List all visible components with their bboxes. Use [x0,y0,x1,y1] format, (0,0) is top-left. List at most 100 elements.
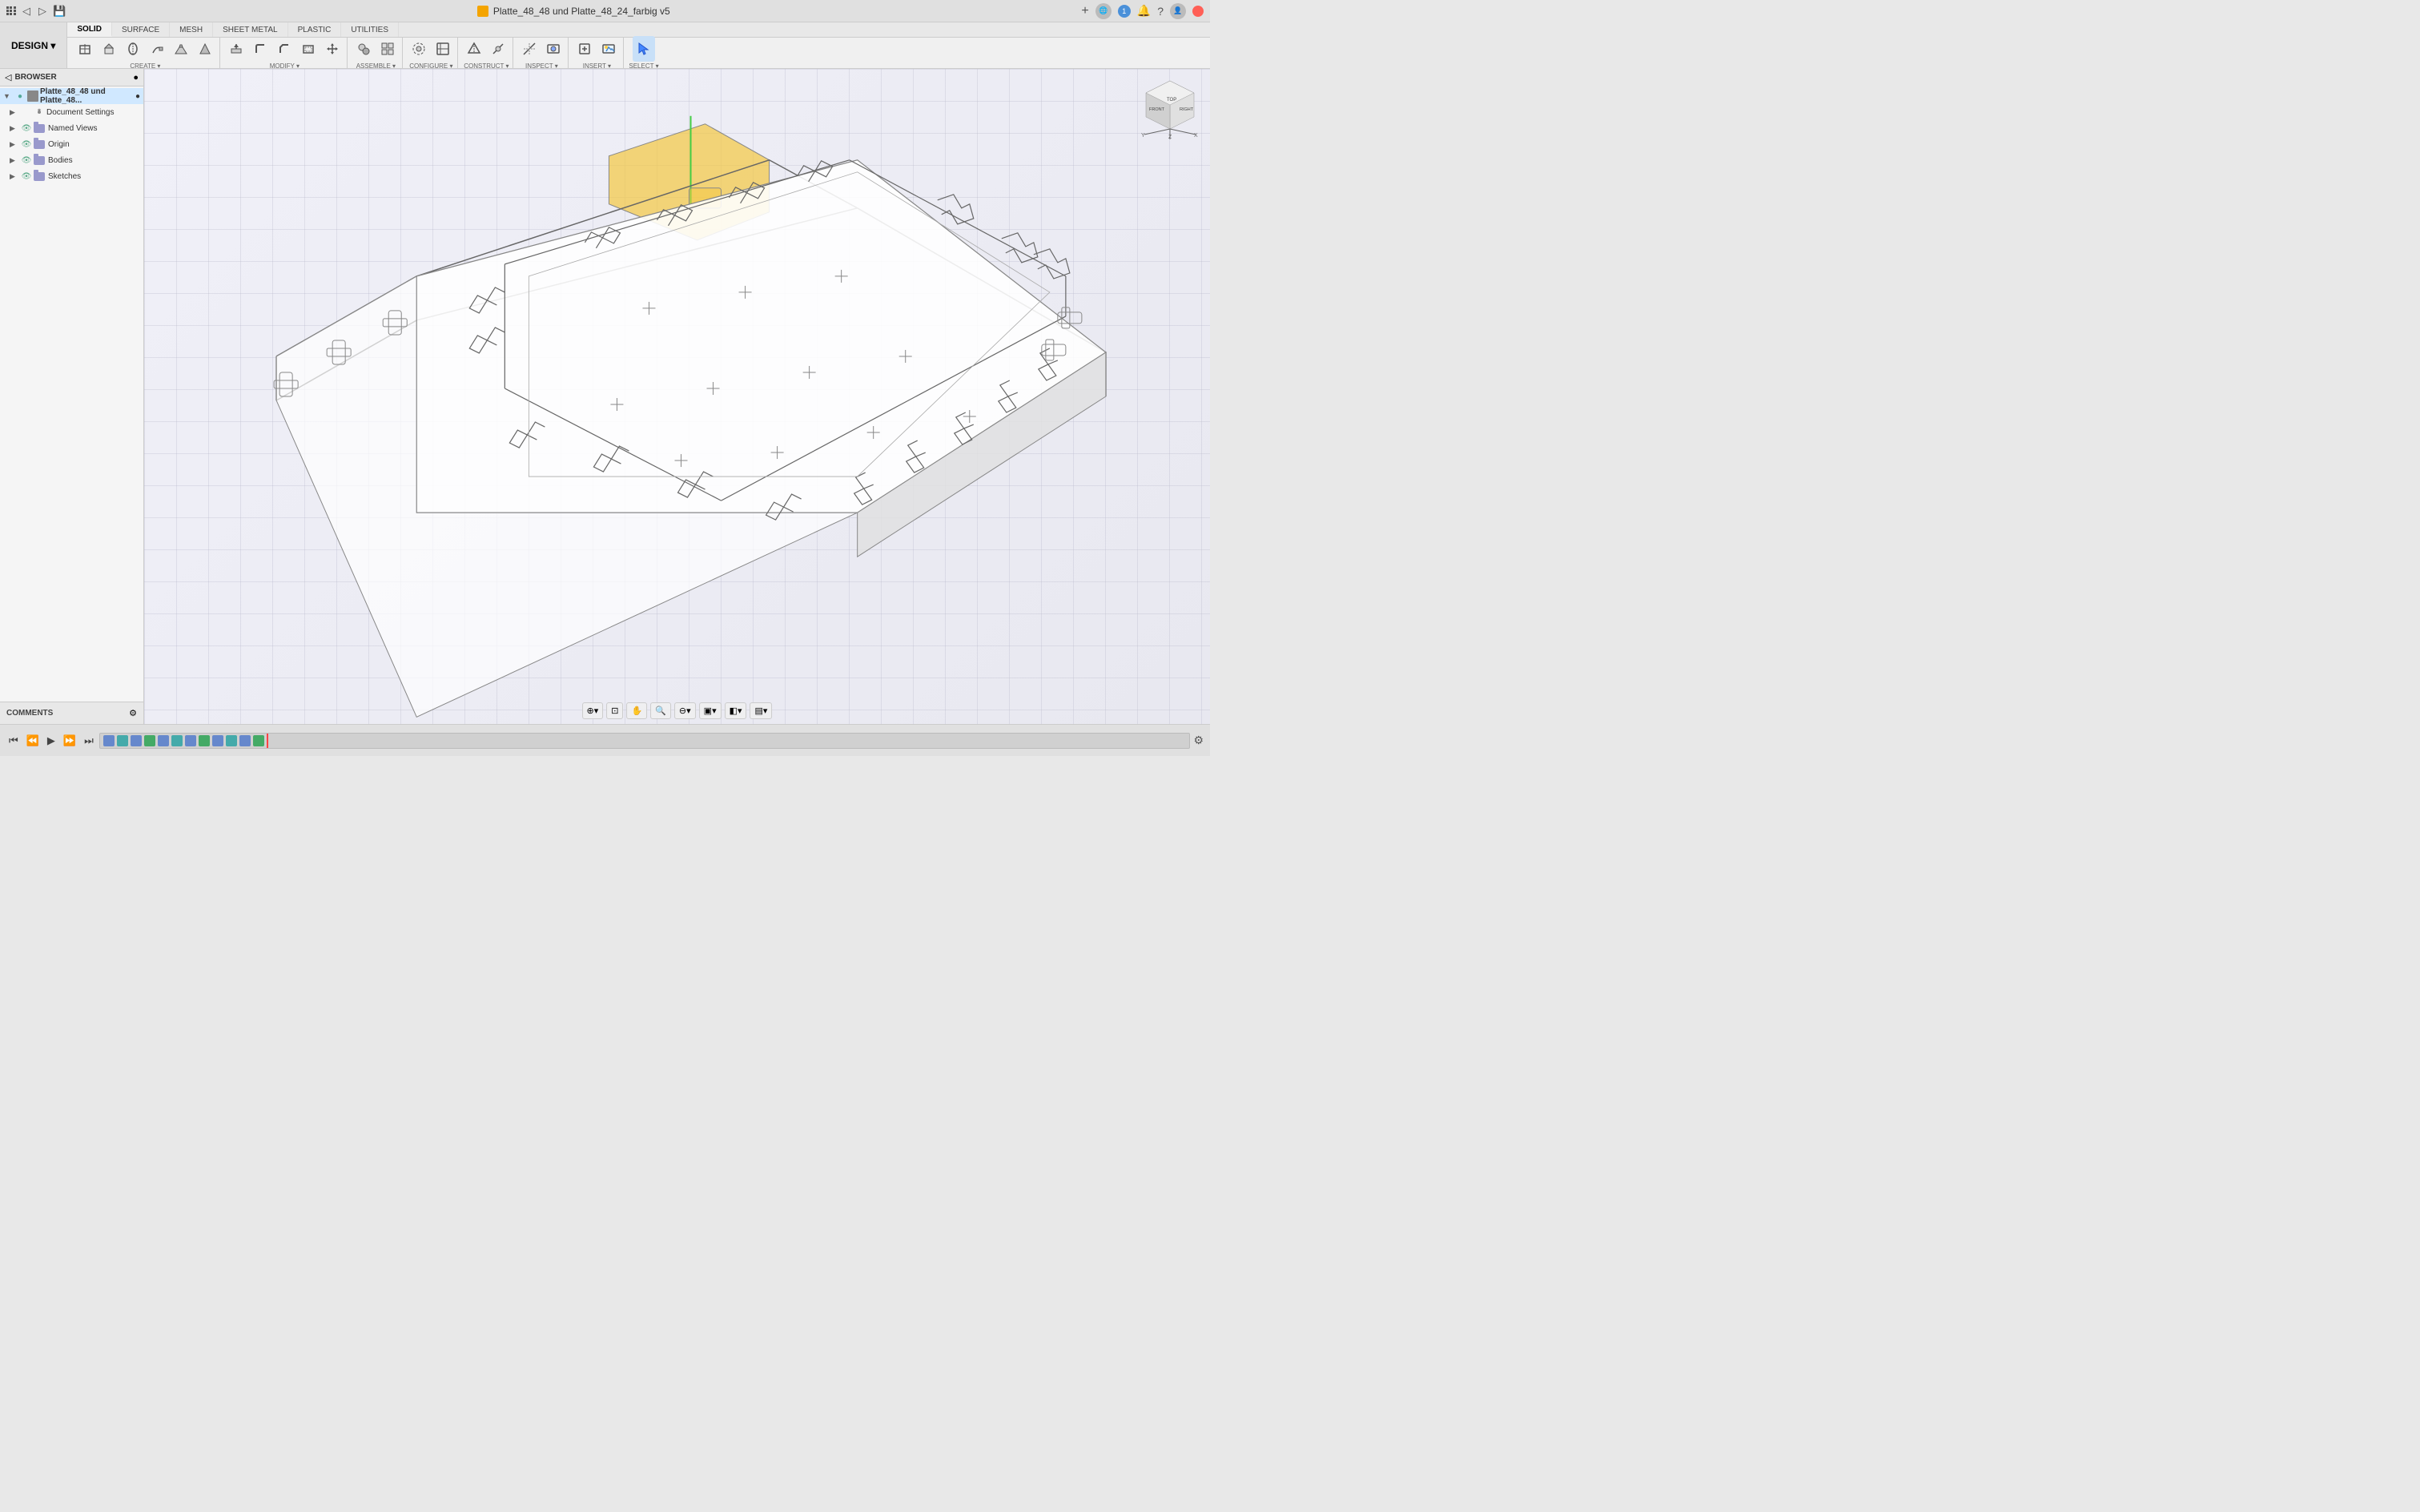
profile-avatar[interactable]: 👤 [1170,3,1186,19]
timeline-prev-button[interactable]: ⏪ [24,733,42,749]
insert2-button[interactable] [597,36,620,62]
tab-utilities[interactable]: UTILITIES [341,22,399,37]
tab-solid[interactable]: SOLID [67,22,112,37]
doc-settings-icon [34,107,45,118]
tree-item-bodies[interactable]: ▶ 👁 Bodies [0,152,143,168]
save-button[interactable]: 💾 [53,5,66,18]
viewport-zoom-fit-button[interactable]: ⊖▾ [674,702,696,719]
move-button[interactable] [321,36,344,62]
rib-icon [197,42,213,55]
tree-vis-document[interactable]: ● [14,90,26,102]
tab-surface[interactable]: SURFACE [112,22,170,37]
tree-vis-bodies[interactable]: 👁 [21,155,32,166]
rib-button[interactable] [194,36,216,62]
viewport-orbit-button[interactable]: ⊡ [606,702,623,719]
timeline-item-7[interactable] [185,735,196,746]
browser-collapse-button[interactable]: ◁ [5,72,11,82]
timeline-play-button[interactable]: ▶ [45,733,58,749]
timeline-item-10[interactable] [226,735,237,746]
timeline-end-button[interactable]: ⏭ [82,733,96,749]
viewport-settings-button[interactable]: ▤▾ [750,702,773,719]
assemble1-button[interactable] [352,36,375,62]
tree-eye-document[interactable]: ● [135,92,140,101]
timeline-next-button[interactable]: ⏩ [61,733,78,749]
fillet-button[interactable] [249,36,271,62]
named-views-folder-icon [34,124,45,133]
sketches-folder-icon [34,172,45,181]
tree-item-sketches[interactable]: ▶ 👁 Sketches [0,168,143,184]
add-tab-button[interactable]: + [1081,4,1088,18]
configure1-button[interactable] [408,36,430,62]
sweep-icon [149,42,165,55]
revolve-button[interactable] [122,36,144,62]
tree-label-sketches: Sketches [48,172,140,181]
new-component-button[interactable] [74,36,96,62]
viewport-zoom-button[interactable]: 🔍 [650,702,671,719]
viewport-pan-button[interactable]: ✋ [627,702,648,719]
viewcube[interactable]: Z Y X TOP RIGHT FRONT [1138,77,1202,141]
create-tools [74,36,216,62]
timeline-item-6[interactable] [171,735,183,746]
timeline-item-4[interactable] [144,735,155,746]
select-button[interactable] [633,36,655,62]
configure2-button[interactable] [432,36,454,62]
insert1-button[interactable] [573,36,596,62]
inspect2-button[interactable] [542,36,565,62]
shell-button[interactable] [297,36,320,62]
tree-item-named-views[interactable]: ▶ 👁 Named Views [0,120,143,136]
nav-forward-button[interactable]: ▷ [37,3,48,19]
timeline-item-1[interactable] [103,735,115,746]
browser-label: BROWSER [14,73,56,82]
timeline-settings-button[interactable]: ⚙ [1193,734,1204,747]
inspect1-button[interactable] [518,36,541,62]
nav-back-button[interactable]: ◁ [21,3,32,19]
viewport-display-button[interactable]: ▣▾ [699,702,722,719]
construct1-button[interactable] [463,36,485,62]
select-group: SELECT ▾ [625,38,661,68]
inspect-group: INSPECT ▾ [515,38,569,68]
tab-plastic[interactable]: PLASTIC [288,22,342,37]
construct1-icon [466,42,482,55]
tab-mesh[interactable]: MESH [170,22,213,37]
notification-icon[interactable]: 🔔 [1137,4,1151,18]
design-menu-button[interactable]: DESIGN ▾ [0,22,67,68]
tree-vis-named-views[interactable]: 👁 [21,123,32,134]
close-button[interactable] [1192,6,1204,17]
comments-settings-button[interactable]: ⚙ [129,708,137,718]
construct2-button[interactable] [487,36,509,62]
tree-item-document[interactable]: ▼ ● Platte_48_48 und Platte_48... ● [0,88,143,104]
timeline-item-3[interactable] [131,735,142,746]
app-grid-icon[interactable] [6,6,16,16]
tab-sheet-metal[interactable]: SHEET METAL [213,22,288,37]
press-pull-icon [228,42,244,55]
move-icon [324,42,340,55]
svg-text:RIGHT: RIGHT [1180,107,1194,112]
viewport-effects-button[interactable]: ◧▾ [725,702,747,719]
press-pull-button[interactable] [225,36,247,62]
extrude-button[interactable] [98,36,120,62]
tree-item-doc-settings[interactable]: ▶ Document Settings [0,104,143,120]
tree-vis-origin[interactable]: 👁 [21,139,32,150]
sweep-button[interactable] [146,36,168,62]
timeline-item-2[interactable] [117,735,128,746]
extrude-icon [101,42,117,55]
comments-label: COMMENTS [6,709,53,718]
tree-item-origin[interactable]: ▶ 👁 Origin [0,136,143,152]
browser-settings-button[interactable]: ● [133,73,139,82]
loft-button[interactable] [170,36,192,62]
timeline-item-12[interactable] [253,735,264,746]
timeline-item-5[interactable] [158,735,169,746]
help-icon[interactable]: ? [1157,5,1164,18]
user-avatar[interactable]: 🌐 [1095,3,1112,19]
viewport[interactable]: Z Y X TOP RIGHT FRONT ⊕▾ ⊡ ✋ 🔍 ⊖▾ ▣▾ ◧▾ … [144,69,1210,724]
assemble2-button[interactable] [376,36,399,62]
timeline-item-9[interactable] [212,735,223,746]
tree-vis-sketches[interactable]: 👁 [21,171,32,182]
chamfer-button[interactable] [273,36,295,62]
timeline-rewind-button[interactable]: ⏮ [6,733,21,749]
viewport-home-button[interactable]: ⊕▾ [582,702,604,719]
browser-tree: ▼ ● Platte_48_48 und Platte_48... ● ▶ Do… [0,86,143,702]
timeline-item-11[interactable] [239,735,251,746]
timeline-item-8[interactable] [199,735,210,746]
model-view [144,69,1210,724]
